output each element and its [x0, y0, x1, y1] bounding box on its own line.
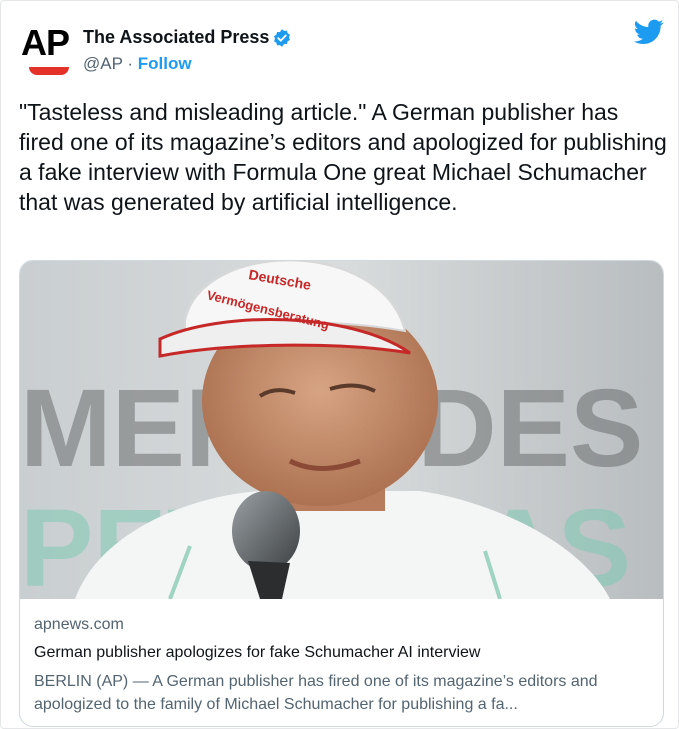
author-name[interactable]: The Associated Press: [83, 27, 269, 48]
card-domain: apnews.com: [34, 616, 124, 633]
link-card[interactable]: MERCEDES PETRONAS Deutsche Vermögensbera…: [19, 260, 664, 727]
follow-button[interactable]: Follow: [138, 54, 192, 73]
card-title[interactable]: German publisher apologizes for fake Sch…: [34, 644, 654, 662]
card-description: BERLIN (AP) — A German publisher has fir…: [34, 673, 598, 713]
ap-logo-arc: [29, 67, 69, 75]
ap-avatar[interactable]: AP: [19, 23, 75, 79]
tweet-text: "Tasteless and misleading article." A Ge…: [19, 99, 667, 215]
author-handle-row: @AP · Follow: [83, 54, 192, 74]
separator-dot: ·: [127, 54, 134, 73]
author-handle[interactable]: @AP: [83, 54, 123, 73]
twitter-bird-icon[interactable]: [634, 19, 664, 45]
card-meta: apnews.com German publisher apologizes f…: [34, 616, 654, 716]
card-image[interactable]: MERCEDES PETRONAS Deutsche Vermögensbera…: [20, 261, 663, 599]
tweet-embed: AP The Associated Press @AP · Follow "Ta…: [0, 0, 679, 729]
verified-badge-icon: [274, 29, 290, 47]
ap-logo: AP: [21, 22, 70, 63]
